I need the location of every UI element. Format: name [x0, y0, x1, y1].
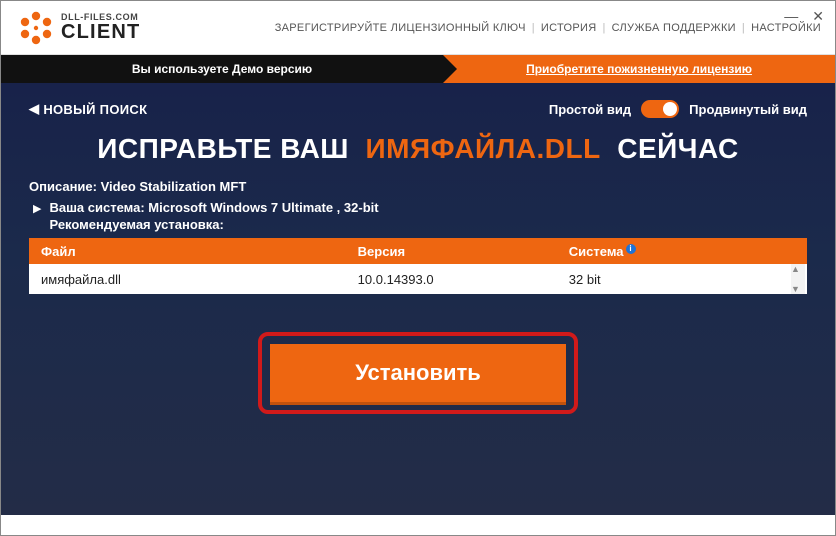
cell-version: 10.0.14393.0 — [358, 272, 569, 287]
headline: ИСПРАВЬТЕ ВАШ ИМЯФАЙЛА.DLL СЕЙЧАС — [29, 133, 807, 165]
demo-bar: Вы используете Демо версию Приобретите п… — [1, 55, 835, 83]
link-support[interactable]: СЛУЖБА ПОДДЕРЖКИ — [612, 22, 736, 34]
advanced-view-label[interactable]: Продвинутый вид — [689, 102, 807, 117]
expand-arrow-icon[interactable]: ▶ — [33, 202, 41, 215]
scroll-up-icon[interactable]: ▲ — [791, 264, 805, 274]
new-search-button[interactable]: ◀ НОВЫЙ ПОИСК — [29, 101, 147, 117]
back-arrow-icon: ◀ — [29, 101, 39, 117]
minimize-icon[interactable]: — — [784, 8, 798, 25]
app-logo: DLL-FILES.COM CLIENT — [19, 11, 140, 45]
header-version[interactable]: Версия — [358, 244, 569, 259]
demo-notice: Вы используете Демо версию — [1, 55, 443, 83]
cell-system: 32 bit — [569, 272, 795, 287]
results-table: Файл Версия Системаi имяфайла.dll 10.0.1… — [29, 238, 807, 294]
main-panel: ◀ НОВЫЙ ПОИСК Простой вид Продвинутый ви… — [1, 83, 835, 515]
cell-file: имяфайла.dll — [41, 272, 358, 287]
table-row[interactable]: имяфайла.dll 10.0.14393.0 32 bit — [29, 264, 807, 294]
info-icon[interactable]: i — [626, 244, 636, 254]
purchase-link[interactable]: Приобретите пожизненную лицензию — [443, 55, 835, 83]
header-file[interactable]: Файл — [41, 244, 358, 259]
simple-view-label[interactable]: Простой вид — [549, 102, 631, 117]
new-search-label: НОВЫЙ ПОИСК — [43, 102, 147, 117]
recommend-label: Рекомендуемая установка: — [49, 217, 378, 232]
install-highlight: Установить — [258, 332, 578, 414]
table-header: Файл Версия Системаi — [29, 238, 807, 264]
description-row: Описание: Video Stabilization MFT — [29, 179, 807, 194]
link-register[interactable]: ЗАРЕГИСТРИРУЙТЕ ЛИЦЕНЗИОННЫЙ КЛЮЧ — [275, 22, 526, 34]
link-history[interactable]: ИСТОРИЯ — [541, 22, 597, 34]
top-links: ЗАРЕГИСТРИРУЙТЕ ЛИЦЕНЗИОННЫЙ КЛЮЧ | ИСТО… — [275, 22, 821, 34]
system-info: Ваша система: Microsoft Windows 7 Ultima… — [49, 200, 378, 215]
scroll-down-icon[interactable]: ▼ — [791, 284, 805, 294]
scrollbar[interactable]: ▲ ▼ — [791, 264, 805, 294]
install-button[interactable]: Установить — [270, 344, 566, 402]
header-system[interactable]: Системаi — [569, 244, 795, 259]
close-icon[interactable]: ✕ — [812, 8, 824, 25]
titlebar: DLL-FILES.COM CLIENT ЗАРЕГИСТРИРУЙТЕ ЛИЦ… — [1, 1, 835, 55]
logo-text-big: CLIENT — [61, 22, 140, 42]
logo-icon — [19, 11, 53, 45]
view-toggle[interactable] — [641, 100, 679, 118]
